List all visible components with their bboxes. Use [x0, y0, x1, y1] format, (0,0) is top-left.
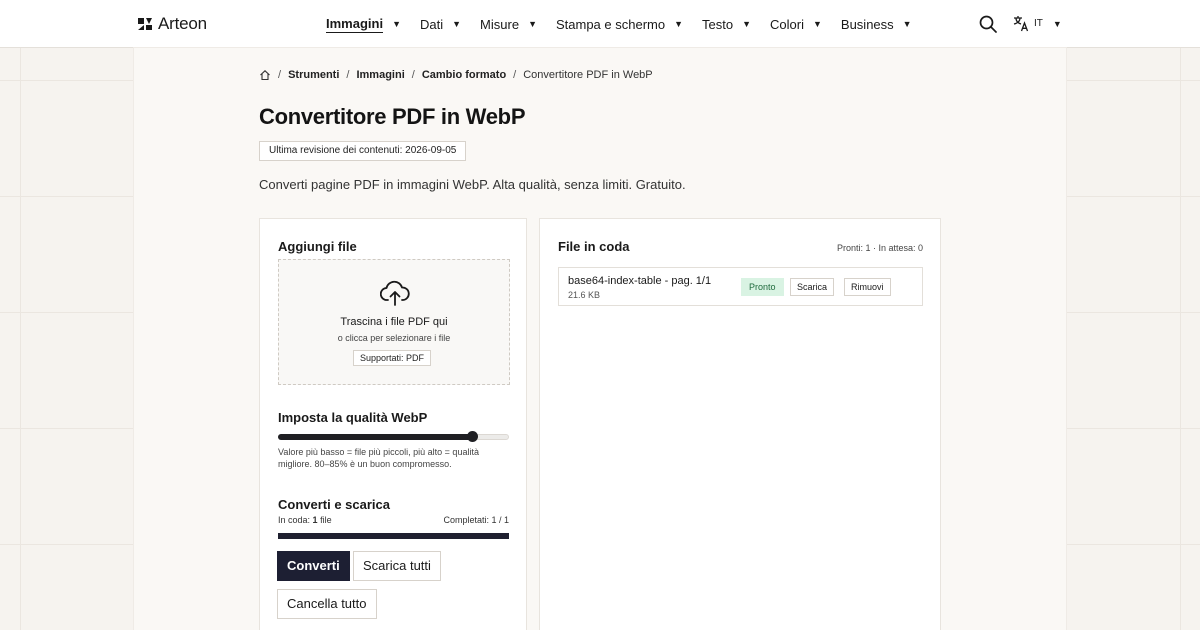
chevron-down-icon: ▼ — [452, 19, 462, 29]
download-all-button[interactable]: Scarica tutti — [353, 551, 441, 581]
convert-button[interactable]: Converti — [277, 551, 350, 581]
file-name: base64-index-table - pag. 1/1 — [568, 275, 712, 287]
convert-meta: In coda: 1 file Completati: 1 / 1 — [278, 515, 509, 525]
chevron-down-icon: ▼ — [812, 19, 822, 29]
breadcrumb-item-strumenti[interactable]: Strumenti — [288, 69, 339, 81]
file-size: 21.6 KB — [568, 290, 601, 300]
breadcrumb-item-immagini[interactable]: Immagini — [356, 69, 404, 81]
breadcrumb-separator: / — [278, 69, 282, 81]
language-selector[interactable]: IT ▼ — [1013, 15, 1062, 32]
dropzone-title: Trascina i file PDF qui — [340, 316, 448, 328]
chevron-down-icon: ▼ — [1052, 18, 1062, 29]
quality-hint: Valore più basso = file più piccoli, più… — [278, 447, 479, 469]
chevron-down-icon: ▼ — [742, 19, 752, 29]
queue-section-title: File in coda — [558, 239, 630, 254]
nav-item-immagini[interactable]: Immagini ▼ — [326, 16, 401, 33]
top-navbar: Arteon Immagini ▼ Dati ▼ Misure ▼ Stampa… — [0, 0, 1200, 48]
quality-slider[interactable] — [278, 431, 509, 443]
home-icon[interactable] — [259, 69, 271, 81]
chevron-down-icon: ▼ — [674, 19, 684, 29]
main-nav: Immagini ▼ Dati ▼ Misure ▼ Stampa e sche… — [326, 0, 931, 48]
breadcrumb-separator: / — [513, 69, 517, 81]
queue-file-row: base64-index-table - pag. 1/1 21.6 KB Pr… — [558, 267, 923, 306]
completed-count: Completati: 1 / 1 — [443, 515, 509, 525]
progress-fill — [278, 533, 509, 539]
nav-label: Immagini — [326, 15, 384, 33]
nav-label: Dati — [420, 16, 444, 32]
remove-file-button[interactable]: Rimuovi — [844, 278, 891, 296]
nav-label: Misure — [480, 16, 520, 32]
page-title: Convertitore PDF in WebP — [259, 104, 526, 129]
chevron-down-icon: ▼ — [392, 19, 401, 29]
nav-item-colori[interactable]: Colori ▼ — [770, 17, 822, 32]
queued-label: In coda: — [278, 515, 311, 525]
queue-panel: File in coda Pronti: 1 · In attesa: 0 ba… — [539, 218, 941, 630]
queue-status: Pronti: 1 · In attesa: 0 — [836, 243, 923, 253]
main-content: / Strumenti / Immagini / Cambio formato … — [134, 48, 1066, 630]
nav-label: Testo — [702, 16, 734, 32]
cloud-upload-icon — [380, 280, 410, 306]
search-icon[interactable] — [979, 15, 997, 33]
chevron-down-icon: ▼ — [902, 19, 912, 29]
revision-badge: Ultima revisione dei contenuti: 2026-09-… — [259, 141, 467, 161]
nav-label: Colori — [770, 16, 804, 32]
converter-panel: Aggiungi file Trascina i file PDF qui o … — [259, 218, 527, 630]
slider-thumb[interactable] — [467, 431, 479, 442]
dropzone-subtitle: o clicca per selezionare i file — [337, 333, 451, 343]
logo-icon — [138, 18, 152, 30]
nav-item-stampa-e-schermo[interactable]: Stampa e schermo ▼ — [556, 17, 683, 32]
nav-label: Business — [840, 16, 894, 32]
upload-section-title: Aggiungi file — [278, 239, 357, 254]
breadcrumb-item-cambio-formato[interactable]: Cambio formato — [422, 69, 506, 81]
nav-item-misure[interactable]: Misure ▼ — [480, 17, 537, 32]
conversion-progress-bar — [278, 533, 509, 539]
breadcrumb-separator: / — [411, 69, 415, 81]
translate-icon — [1013, 16, 1029, 32]
status-badge: Pronto — [741, 278, 784, 296]
queued-count: In coda: 1 file — [278, 515, 332, 525]
nav-label: Stampa e schermo — [555, 16, 666, 32]
nav-item-testo[interactable]: Testo ▼ — [702, 17, 751, 32]
nav-item-business[interactable]: Business ▼ — [841, 17, 912, 32]
queued-unit: file — [320, 515, 332, 525]
breadcrumb-current: Convertitore PDF in WebP — [523, 69, 653, 81]
chevron-down-icon: ▼ — [528, 19, 537, 29]
supported-formats-badge: Supportati: PDF — [353, 350, 432, 366]
page-lead: Converti pagine PDF in immagini WebP. Al… — [259, 177, 686, 192]
queued-value: 1 — [312, 515, 318, 525]
brand-name: Arteon — [158, 14, 207, 33]
file-dropzone[interactable]: Trascina i file PDF qui o clicca per sel… — [278, 259, 510, 385]
breadcrumb: / Strumenti / Immagini / Cambio formato … — [259, 69, 653, 81]
brand-logo[interactable]: Arteon — [137, 14, 207, 34]
slider-fill — [278, 434, 473, 440]
nav-item-dati[interactable]: Dati ▼ — [420, 17, 461, 32]
download-file-button[interactable]: Scarica — [790, 278, 835, 296]
language-code: IT — [1034, 18, 1043, 29]
quality-section-title: Imposta la qualità WebP — [278, 410, 428, 425]
clear-all-button[interactable]: Cancella tutto — [277, 589, 377, 619]
breadcrumb-separator: / — [346, 69, 350, 81]
convert-section-title: Converti e scarica — [278, 497, 391, 512]
